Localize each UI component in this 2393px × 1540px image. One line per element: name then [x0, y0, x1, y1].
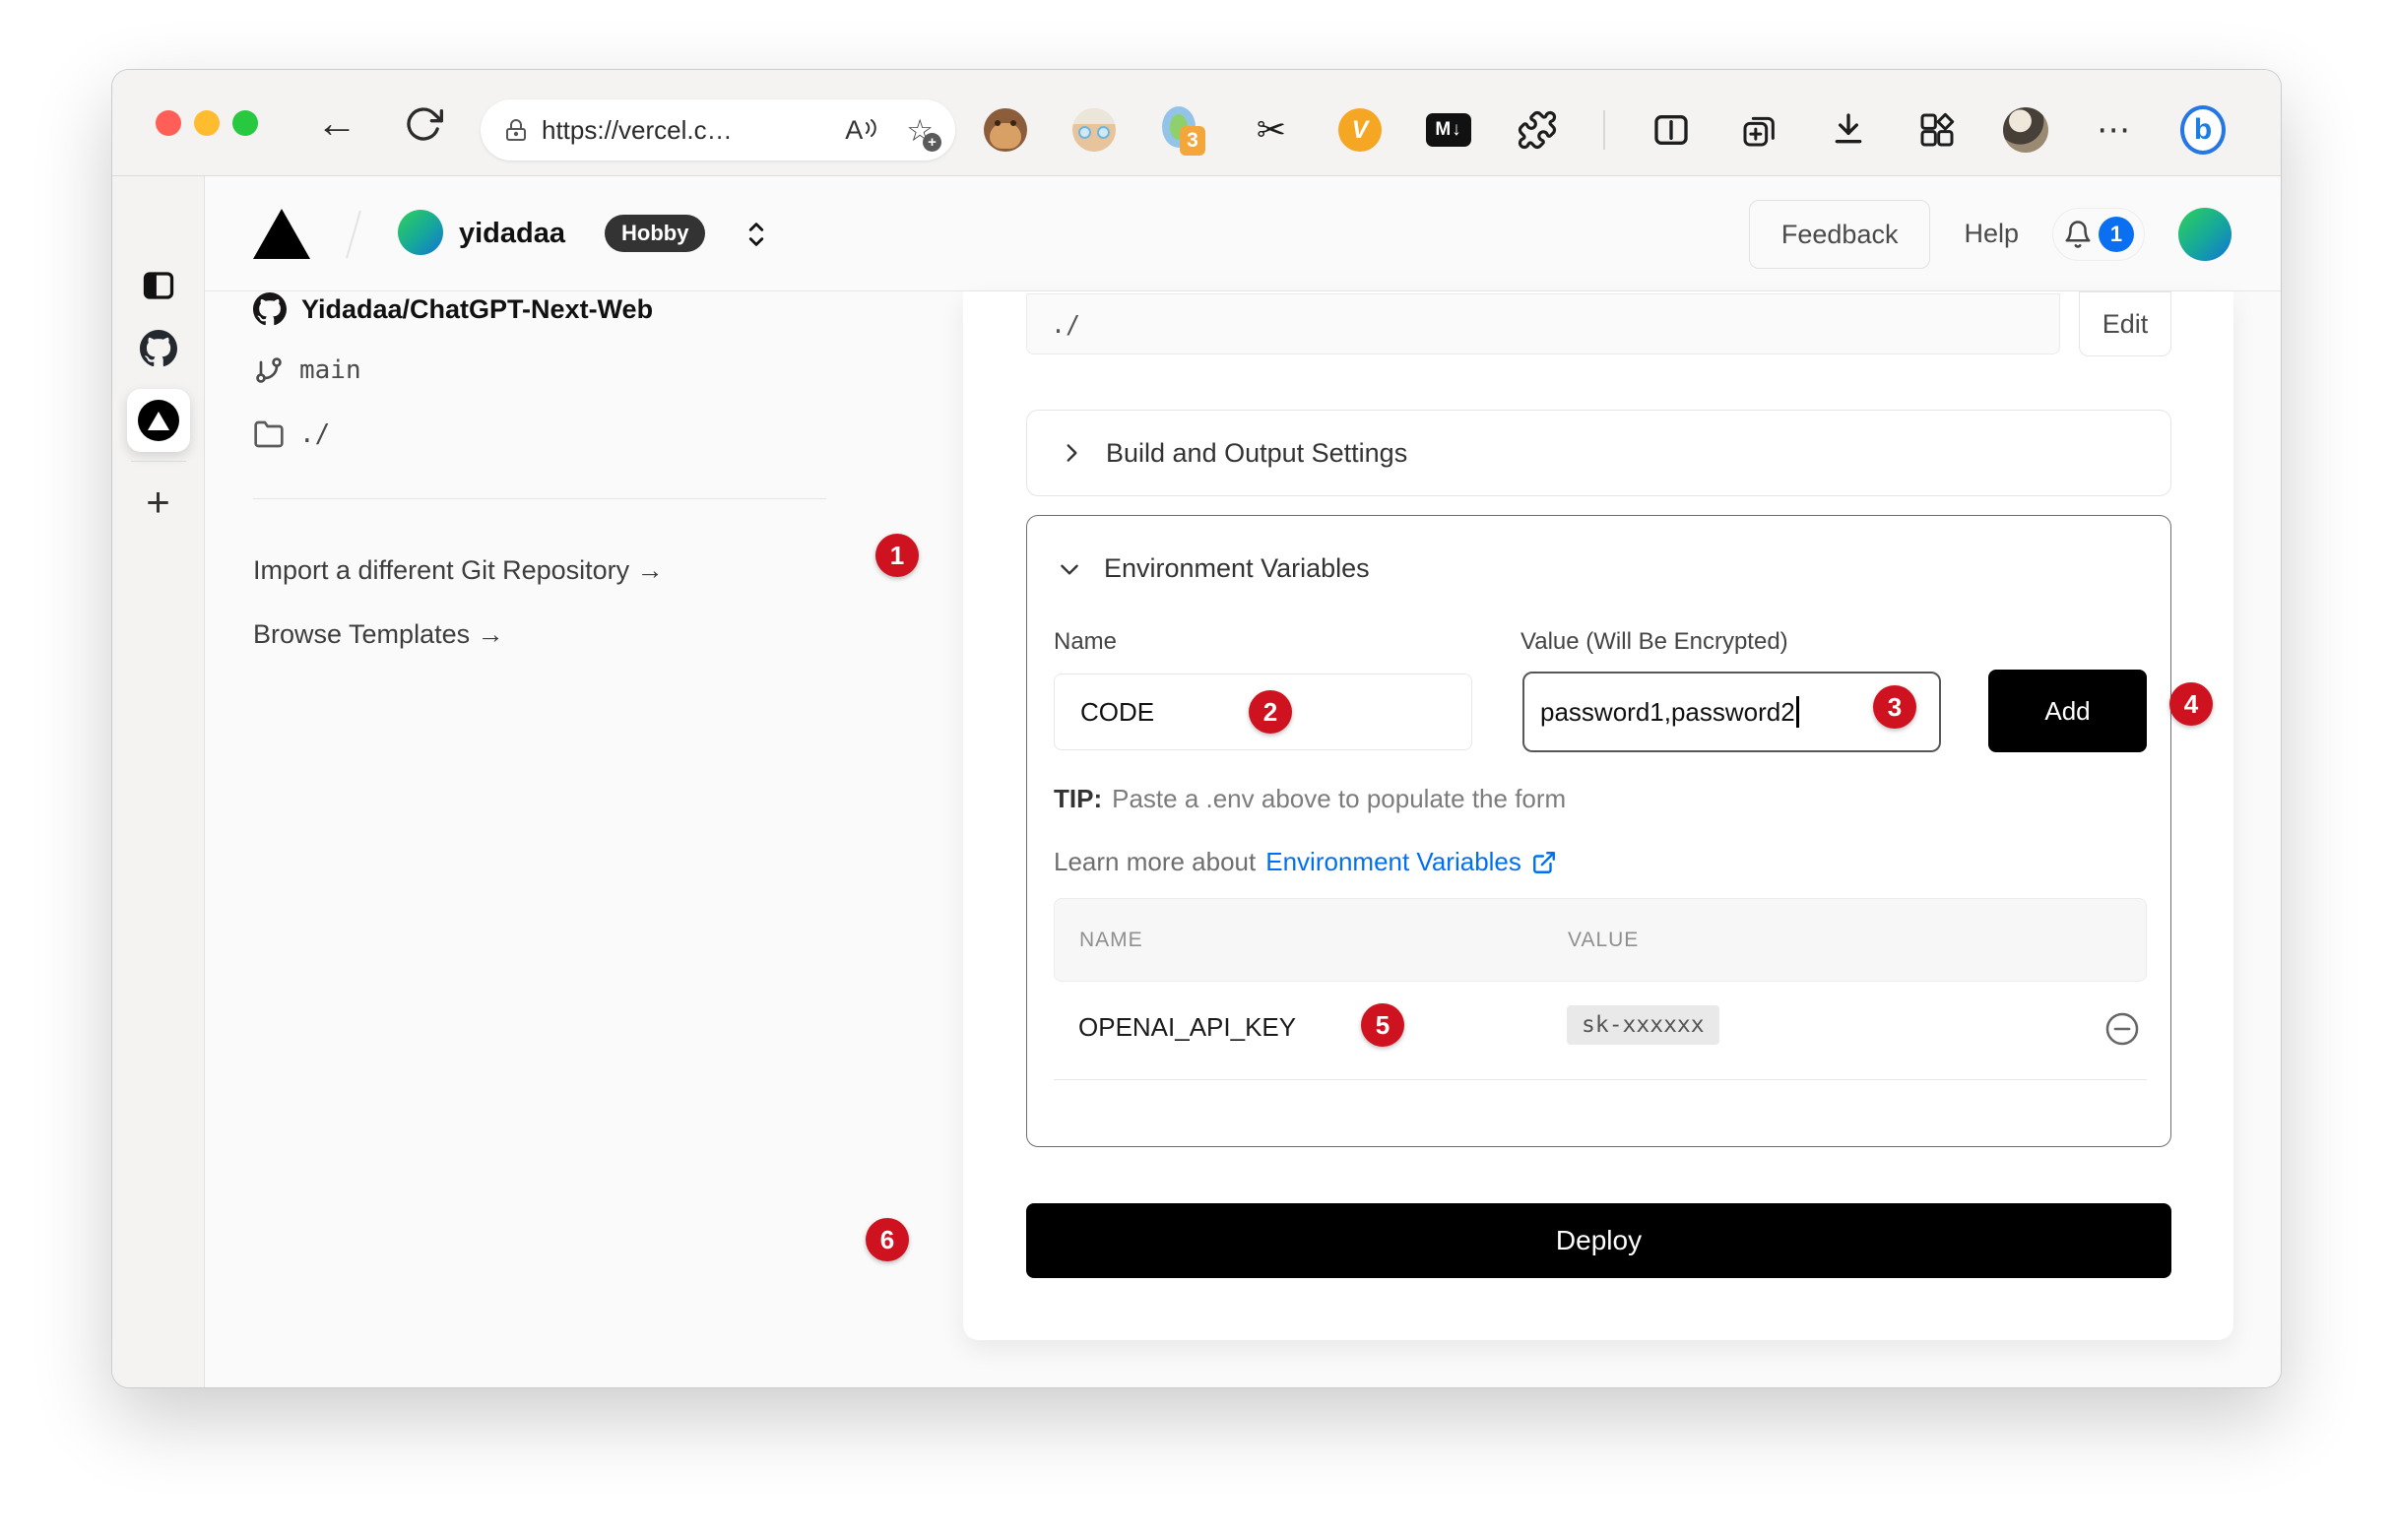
window-controls [156, 110, 258, 136]
github-tab-icon[interactable] [140, 330, 177, 367]
extensions-row: 3 ✂ V M↓ ⋯ b [983, 99, 2226, 160]
bing-chat-icon[interactable]: b [2180, 105, 2226, 155]
back-button[interactable]: ← [316, 99, 357, 147]
browser-profile-avatar[interactable] [2003, 107, 2048, 153]
root-dir-row: ./ [253, 415, 330, 454]
user-avatar[interactable] [2178, 208, 2231, 261]
name-label: Name [1054, 628, 1117, 656]
learn-more-row: Learn more about Environment Variables [1054, 847, 1557, 877]
env-variables-link[interactable]: Environment Variables [1265, 847, 1521, 877]
vertical-tabs-icon[interactable] [141, 268, 176, 303]
notification-count-badge: 1 [2099, 217, 2134, 252]
breadcrumb-slash [346, 211, 361, 259]
vercel-logo[interactable] [253, 209, 310, 259]
scissors-extension-icon[interactable]: ✂ [1249, 110, 1294, 150]
vercel-favicon [138, 400, 179, 441]
downloads-icon[interactable] [1826, 110, 1871, 150]
github-icon [253, 292, 287, 326]
new-tab-button[interactable]: + [146, 481, 170, 523]
add-favorite-icon[interactable]: ☆ + [906, 115, 934, 146]
env-row-name: OPENAI_API_KEY [1078, 1012, 1296, 1043]
add-button[interactable]: Add [1988, 670, 2147, 752]
env-table-header: NAME VALUE [1054, 898, 2147, 982]
grandma-extension-icon[interactable] [1071, 108, 1117, 152]
vercel-header: yidadaa Hobby Feedback Help 1 [205, 176, 2281, 291]
root-dir: ./ [299, 419, 330, 449]
extension-count-badge: 3 [1180, 126, 1205, 156]
value-label: Value (Will Be Encrypted) [1520, 628, 1788, 656]
tip-text: TIP:Paste a .env above to populate the f… [1054, 784, 1566, 814]
vercel-tab-active[interactable] [127, 389, 190, 452]
annotation-badge-6: 6 [866, 1218, 909, 1261]
build-output-settings-section[interactable]: Build and Output Settings [1026, 410, 2171, 496]
toolbar-divider [1603, 110, 1605, 150]
plan-badge: Hobby [605, 215, 705, 252]
team-avatar[interactable] [398, 210, 443, 255]
edge-sidebar: + [112, 176, 205, 1387]
repo-name: Yidadaa/ChatGPT-Next-Web [301, 294, 653, 325]
markdown-extension-icon[interactable]: M↓ [1426, 113, 1471, 147]
minimize-window-button[interactable] [194, 110, 220, 136]
external-link-icon [1531, 850, 1557, 875]
import-page-body: Yidadaa/ChatGPT-Next-Web main ./ Import … [205, 291, 2281, 1387]
help-link[interactable]: Help [1964, 219, 2019, 249]
address-bar[interactable]: https://vercel.c… A ☆ + [481, 99, 955, 160]
edit-button[interactable]: Edit [2079, 291, 2171, 356]
more-menu-icon[interactable]: ⋯ [2092, 110, 2137, 150]
annotation-badge-3: 3 [1873, 685, 1916, 729]
puzzle-extensions-icon[interactable] [1515, 109, 1560, 151]
annotation-badge-4: 4 [2169, 682, 2213, 726]
favorite-plus-badge: + [923, 133, 941, 152]
value-column-header: VALUE [1568, 929, 1639, 952]
screenshot-extension-icon[interactable]: 3 [1160, 104, 1205, 156]
refresh-button[interactable] [404, 104, 443, 144]
branch-name: main [299, 355, 361, 385]
read-aloud-icon[interactable]: A [845, 115, 876, 146]
lock-icon[interactable] [504, 116, 528, 144]
text-cursor [1796, 696, 1799, 728]
annotation-badge-5: 5 [1361, 1003, 1404, 1047]
deploy-button[interactable]: Deploy [1026, 1203, 2171, 1278]
close-window-button[interactable] [156, 110, 181, 136]
monkey-extension-icon[interactable] [983, 108, 1028, 152]
bell-icon [2063, 220, 2093, 249]
repo-summary: Yidadaa/ChatGPT-Next-Web [253, 289, 653, 329]
split-screen-icon[interactable] [1649, 110, 1694, 150]
name-column-header: NAME [1079, 929, 1568, 952]
row-divider [1054, 1079, 2147, 1080]
configure-project-card: ./ Edit Build and Output Settings Enviro… [963, 291, 2233, 1340]
team-name[interactable]: yidadaa [459, 218, 565, 249]
feedback-button[interactable]: Feedback [1749, 200, 1931, 269]
chevron-right-icon [1059, 440, 1084, 466]
annotation-badge-2: 2 [1249, 690, 1292, 734]
environment-variables-section: Environment Variables Name Value (Will B… [1026, 515, 2171, 1147]
root-directory-input[interactable]: ./ [1026, 293, 2060, 354]
v-extension-icon[interactable]: V [1337, 108, 1383, 152]
vercel-page: yidadaa Hobby Feedback Help 1 [205, 176, 2281, 1387]
import-different-repo-link[interactable]: Import a different Git Repository → [253, 555, 664, 586]
browser-window: ← https://vercel.c… A ☆ + [111, 69, 2282, 1388]
git-branch-icon [253, 354, 285, 386]
folder-icon [253, 418, 285, 450]
env-section-header[interactable]: Environment Variables [1057, 553, 1370, 584]
env-section-title: Environment Variables [1104, 553, 1370, 584]
chevron-down-icon [1057, 556, 1082, 582]
browser-toolbar: ← https://vercel.c… A ☆ + [112, 70, 2281, 176]
remove-variable-button[interactable] [2103, 1010, 2141, 1048]
branch-row: main [253, 351, 361, 390]
apps-icon[interactable] [1914, 110, 1960, 150]
header-actions: Feedback Help 1 [1749, 176, 2231, 291]
team-switcher-icon[interactable] [743, 220, 770, 249]
notifications-button[interactable]: 1 [2052, 208, 2145, 261]
annotation-badge-1: 1 [875, 534, 919, 577]
left-divider [253, 498, 826, 499]
desktop-background: { "toolbar": { "url": "https://vercel.c…… [0, 0, 2393, 1540]
env-row-value: sk-xxxxxx [1567, 1005, 1719, 1045]
url-text: https://vercel.c… [542, 115, 733, 146]
sidebar-divider [131, 461, 186, 462]
collections-icon[interactable] [1737, 110, 1782, 150]
zoom-window-button[interactable] [232, 110, 258, 136]
build-section-title: Build and Output Settings [1106, 438, 1407, 469]
browse-templates-link[interactable]: Browse Templates → [253, 619, 504, 650]
